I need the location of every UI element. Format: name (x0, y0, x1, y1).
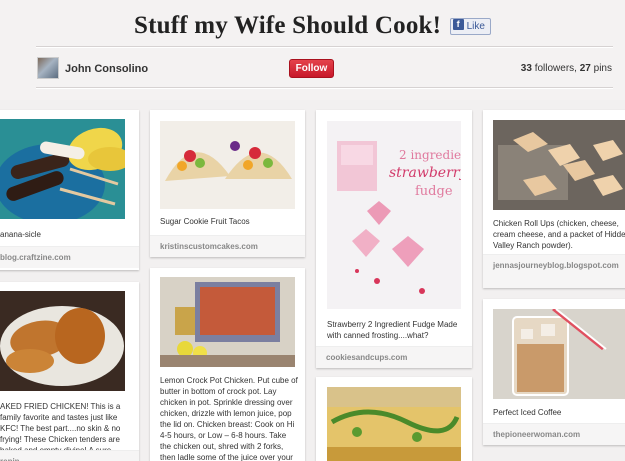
pins-count[interactable]: 27 (580, 63, 591, 74)
pin-source[interactable]: blog.craftzine.com (0, 246, 139, 268)
pin-source-label: cookiesandcups.com (326, 353, 408, 362)
pin-card[interactable] (316, 377, 472, 461)
pin-description: Lemon Crock Pot Chicken. Put cube of but… (160, 376, 298, 461)
pin-source-label: repin (0, 457, 20, 461)
fudge-overlay-line2: strawberry (389, 165, 461, 181)
pin-image[interactable] (493, 120, 625, 210)
pins-label[interactable]: pins (594, 63, 612, 74)
pin-source[interactable]: cookiesandcups.com (316, 346, 472, 368)
pin-card[interactable]: Lemon Crock Pot Chicken. Put cube of but… (150, 268, 305, 461)
pin-image[interactable]: 2 ingredient strawberry fudge (327, 121, 461, 309)
pin-image[interactable] (327, 387, 461, 461)
pin-image[interactable] (493, 309, 625, 399)
board-title-row: Stuff my Wife Should Cook! f Like (0, 12, 625, 40)
board-stats: 33 followers, 27 pins (521, 63, 612, 74)
avatar[interactable] (37, 57, 59, 79)
pin-description: anana-sicle (0, 230, 41, 239)
divider-top (36, 46, 613, 48)
pin-card[interactable]: AKED FRIED CHICKEN! This is a family fav… (0, 282, 139, 461)
pin-source-label: thepioneerwoman.com (493, 430, 581, 439)
fudge-overlay-line1: 2 ingredient (399, 148, 461, 162)
pin-description: Sugar Cookie Fruit Tacos (160, 217, 250, 226)
pin-source-label: kristinscustomcakes.com (160, 242, 258, 251)
followers-label[interactable]: followers, (535, 63, 577, 74)
board-header: Stuff my Wife Should Cook! f Like John Co… (0, 0, 625, 100)
pin-description: Chicken Roll Ups (chicken, cheese, cream… (493, 219, 625, 250)
pin-card[interactable]: 2 ingredient strawberry fudge Strawberry… (316, 110, 472, 368)
like-label: Like (466, 20, 485, 32)
pin-card[interactable]: Chicken Roll Ups (chicken, cheese, cream… (483, 110, 625, 288)
pin-source[interactable]: jennasjourneyblog.blogspot.com (483, 254, 625, 288)
pin-image[interactable] (0, 291, 125, 391)
fudge-overlay-line3: fudge (415, 184, 453, 199)
pin-image[interactable] (160, 277, 295, 367)
pin-image[interactable] (0, 119, 125, 219)
pin-card[interactable]: Sugar Cookie Fruit Tacos kristinscustomc… (150, 110, 305, 257)
pin-image[interactable] (160, 121, 295, 209)
board-title: Stuff my Wife Should Cook! (134, 12, 442, 39)
pin-description: Strawberry 2 Ingredient Fudge Made with … (327, 320, 458, 340)
followers-count[interactable]: 33 (521, 63, 532, 74)
follow-button[interactable]: Follow (289, 59, 334, 78)
pin-source[interactable]: thepioneerwoman.com (483, 423, 625, 445)
pin-description: Perfect Iced Coffee (493, 408, 562, 417)
facebook-icon: f (452, 19, 464, 31)
user-name[interactable]: John Consolino (65, 63, 148, 75)
pin-card[interactable]: Perfect Iced Coffee thepioneerwoman.com (483, 299, 625, 445)
pin-source[interactable]: repin (0, 450, 139, 461)
pin-source-label: blog.craftzine.com (0, 253, 71, 262)
facebook-like-button[interactable]: f Like (449, 17, 491, 35)
pin-card[interactable]: anana-sicle blog.craftzine.com (0, 110, 139, 270)
divider-bottom (36, 87, 613, 89)
pin-source-label: jennasjourneyblog.blogspot.com (493, 261, 619, 270)
pin-source[interactable]: kristinscustomcakes.com (150, 235, 305, 257)
